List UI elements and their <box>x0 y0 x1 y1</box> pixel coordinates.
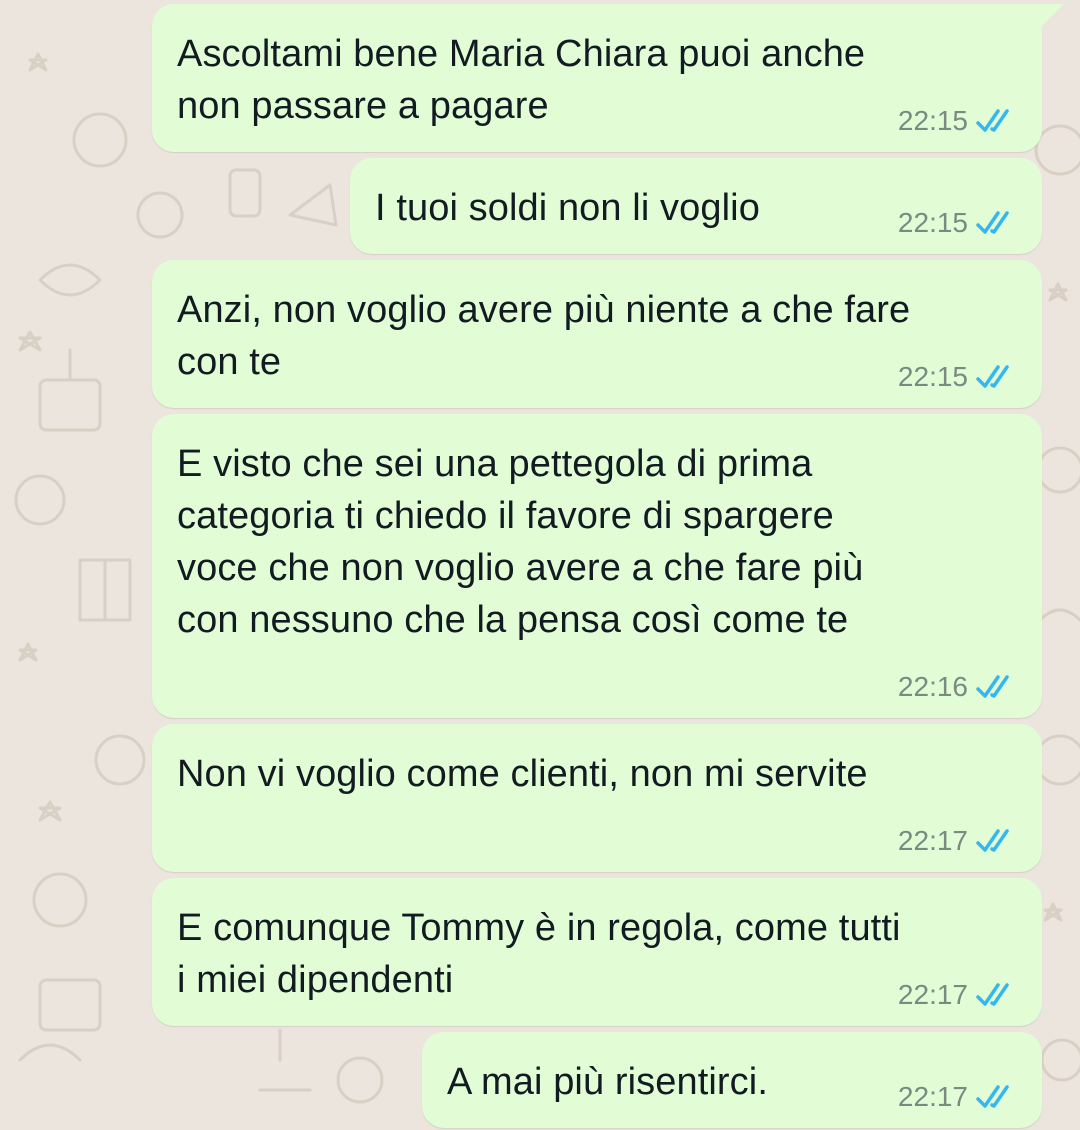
double-check-read-icon <box>976 211 1009 234</box>
message-text: Ascoltami bene Maria Chiara puoi anche n… <box>177 33 866 127</box>
message-meta: 22:15 <box>898 104 1020 138</box>
message-text: E visto che sei una pettegola di prima c… <box>177 443 864 641</box>
message-bubble[interactable]: E comunque Tommy è in regola, come tutti… <box>152 878 1042 1026</box>
message-timestamp: 22:15 <box>897 105 968 136</box>
message-meta: 22:15 <box>898 206 1020 240</box>
double-check-read-icon <box>976 109 1009 132</box>
message-timestamp: 22:17 <box>897 1081 968 1112</box>
double-check-read-icon <box>976 675 1009 698</box>
message-meta: 22:17 <box>898 978 1020 1012</box>
message-timestamp: 22:16 <box>897 671 968 702</box>
message-text: E comunque Tommy è in regola, come tutti… <box>177 907 901 1001</box>
message-bubble[interactable]: I tuoi soldi non li voglio 22:15 <box>350 158 1042 254</box>
bubble-tail <box>1040 4 1064 28</box>
double-check-read-icon <box>976 1085 1009 1108</box>
message-bubble[interactable]: Ascoltami bene Maria Chiara puoi anche n… <box>152 4 1064 152</box>
double-check-read-icon <box>976 829 1009 852</box>
message-bubble[interactable]: E visto che sei una pettegola di prima c… <box>152 414 1042 718</box>
chat-thread[interactable]: Ascoltami bene Maria Chiara puoi anche n… <box>0 0 1080 1130</box>
message-meta: 22:16 <box>898 670 1020 704</box>
message-timestamp: 22:15 <box>897 207 968 238</box>
message-timestamp: 22:17 <box>897 979 968 1010</box>
message-text: Anzi, non voglio avere più niente a che … <box>177 289 911 383</box>
message-timestamp: 22:15 <box>897 361 968 392</box>
message-bubble[interactable]: Non vi voglio come clienti, non mi servi… <box>152 724 1042 872</box>
message-bubble[interactable]: Anzi, non voglio avere più niente a che … <box>152 260 1042 408</box>
double-check-read-icon <box>976 983 1009 1006</box>
message-timestamp: 22:17 <box>897 825 968 856</box>
message-bubble[interactable]: A mai più risentirci. 22:17 <box>422 1032 1042 1128</box>
double-check-read-icon <box>976 365 1009 388</box>
message-meta: 22:17 <box>898 824 1020 858</box>
message-meta: 22:17 <box>898 1080 1020 1114</box>
message-meta: 22:15 <box>898 360 1020 394</box>
message-text: Non vi voglio come clienti, non mi servi… <box>177 753 868 795</box>
